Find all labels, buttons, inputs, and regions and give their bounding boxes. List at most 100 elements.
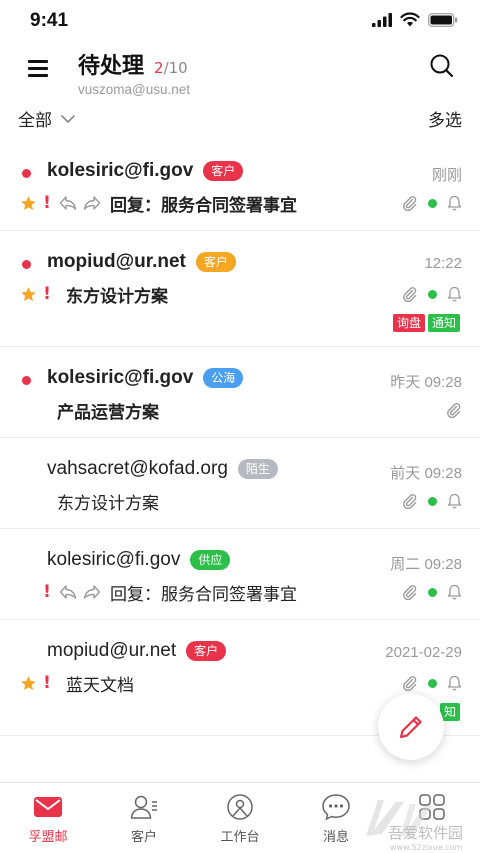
- bell-icon: [447, 195, 462, 211]
- status-icons: [402, 282, 462, 306]
- scope-label: 全部: [18, 111, 52, 131]
- contact-tag: 陌生: [237, 459, 278, 479]
- unread-dot: [22, 169, 31, 178]
- important-flag-icon: !: [43, 284, 51, 304]
- mail-item[interactable]: vahsacret@kofad.org 陌生 前天 09:28 东方设计方案: [0, 438, 480, 529]
- unread-current: 2: [154, 59, 164, 77]
- reply-wrap: [56, 580, 80, 604]
- status-dot: [428, 587, 437, 597]
- sender-address: mopiud@ur.net: [47, 640, 177, 661]
- menu-icon-line: [28, 67, 48, 70]
- tab-label: 工作台: [220, 830, 260, 845]
- tab-mail[interactable]: 孚盟邮: [0, 783, 96, 853]
- mail-subject: 产品运营方案: [57, 402, 159, 423]
- reply-icon: [59, 196, 77, 210]
- contact-tag: 客户: [203, 161, 244, 181]
- status-dot: [428, 496, 437, 506]
- status-time: 9:41: [30, 10, 69, 31]
- menu-icon-line: [28, 60, 48, 63]
- watermark-text: 吾爱软件园: [388, 824, 463, 842]
- star-wrap[interactable]: [18, 282, 38, 306]
- attachment-icon: [403, 287, 417, 302]
- customer-icon: [128, 793, 160, 821]
- mail-item[interactable]: mopiud@ur.net 客户 12:22! 东方设计方案 询盘 通知: [0, 231, 480, 347]
- mail-time: 12:22: [424, 255, 462, 272]
- tab-customer[interactable]: 客户: [96, 783, 192, 853]
- forward-wrap: [80, 191, 104, 215]
- forward-wrap: [80, 580, 104, 604]
- tab-label: 客户: [130, 830, 157, 845]
- attachment-icon: [447, 403, 461, 418]
- subject-row: ! 蓝天文档: [18, 671, 134, 696]
- contact-tag: 供应: [190, 550, 231, 570]
- title-wrap: 待处理 2/10: [78, 48, 188, 80]
- status-icons: [402, 580, 462, 604]
- mail-time: 2021-02-29: [385, 644, 462, 661]
- bell-icon: [447, 675, 462, 691]
- attachment-icon: [403, 494, 417, 509]
- page-title: 待处理: [78, 54, 145, 79]
- tab-workbench[interactable]: 工作台: [192, 783, 288, 853]
- bell-icon: [447, 584, 462, 600]
- reply-wrap: [56, 191, 80, 215]
- mail-subject: 东方设计方案: [57, 493, 159, 514]
- pencil-icon: [399, 716, 422, 739]
- scope-filter[interactable]: 全部: [18, 106, 76, 131]
- search-icon: [430, 54, 454, 78]
- sender-row: vahsacret@kofad.org 陌生: [47, 458, 278, 480]
- star-wrap[interactable]: [18, 671, 38, 695]
- mail-subject: 回复：服务合同签署事宜: [110, 584, 297, 605]
- message-icon: [320, 793, 352, 821]
- unread-dot: [22, 260, 31, 269]
- watermark-url: www.52zixue.com: [390, 843, 463, 852]
- mail-item[interactable]: kolesiric@fi.gov 供应 周二 09:28! 回复：服务合同签署事宜: [0, 529, 480, 620]
- workbench-icon: [224, 793, 256, 821]
- subject-row: ! 回复：服务合同签署事宜: [18, 580, 297, 605]
- mail-time: 昨天 09:28: [390, 374, 462, 391]
- sender-address: mopiud@ur.net: [47, 251, 186, 272]
- signal-icon: [372, 12, 392, 27]
- mail-item[interactable]: kolesiric@fi.gov 客户 刚刚! 回复：服务合同签署事宜: [0, 140, 480, 231]
- forward-icon: [83, 585, 101, 599]
- status-icons: [446, 398, 462, 422]
- menu-button[interactable]: [26, 56, 54, 80]
- attachment-icon: [403, 676, 417, 691]
- bell-icon: [447, 286, 462, 302]
- search-button[interactable]: [428, 52, 456, 80]
- mail-list: kolesiric@fi.gov 客户 刚刚! 回复：服务合同签署事宜 mopiud@u…: [0, 140, 480, 736]
- star-icon: [20, 675, 36, 690]
- reply-icon: [59, 585, 77, 599]
- sender-row: kolesiric@fi.gov 客户: [47, 160, 244, 182]
- mail-time: 周二 09:28: [390, 556, 462, 573]
- sender-row: mopiud@ur.net 客户: [47, 640, 227, 662]
- star-icon: [20, 195, 36, 210]
- multi-select-button[interactable]: 多选: [428, 106, 462, 131]
- tab-label: 孚盟邮: [28, 830, 68, 845]
- compose-button[interactable]: [378, 694, 444, 760]
- star-wrap[interactable]: [18, 191, 38, 215]
- mail-icon: [32, 793, 64, 821]
- battery-icon: [428, 12, 458, 27]
- subject-row: 产品运营方案: [18, 398, 159, 423]
- unread-total: /10: [163, 59, 188, 77]
- important-flag-icon: !: [43, 673, 51, 693]
- filter-bar: 全部 多选: [0, 104, 480, 136]
- important-flag-icon: !: [43, 193, 51, 213]
- chevron-down-icon: [60, 114, 76, 123]
- sender-row: kolesiric@fi.gov 公海: [47, 367, 244, 389]
- status-dot: [428, 198, 437, 208]
- status-icons: [402, 489, 462, 513]
- mail-badge: 通知: [427, 314, 460, 332]
- sender-row: mopiud@ur.net 客户: [47, 251, 236, 273]
- bell-icon: [447, 493, 462, 509]
- important-flag-icon: !: [43, 582, 51, 602]
- attachment-icon: [403, 196, 417, 211]
- contact-tag: 客户: [186, 641, 227, 661]
- sender-address: vahsacret@kofad.org: [47, 458, 228, 479]
- unread-dot: [22, 376, 31, 385]
- mail-item[interactable]: kolesiric@fi.gov 公海 昨天 09:28 产品运营方案: [0, 347, 480, 438]
- wifi-icon: [400, 12, 420, 27]
- status-icons: [402, 191, 462, 215]
- subject-row: ! 回复：服务合同签署事宜: [18, 191, 297, 216]
- mail-subject: 东方设计方案: [66, 286, 168, 307]
